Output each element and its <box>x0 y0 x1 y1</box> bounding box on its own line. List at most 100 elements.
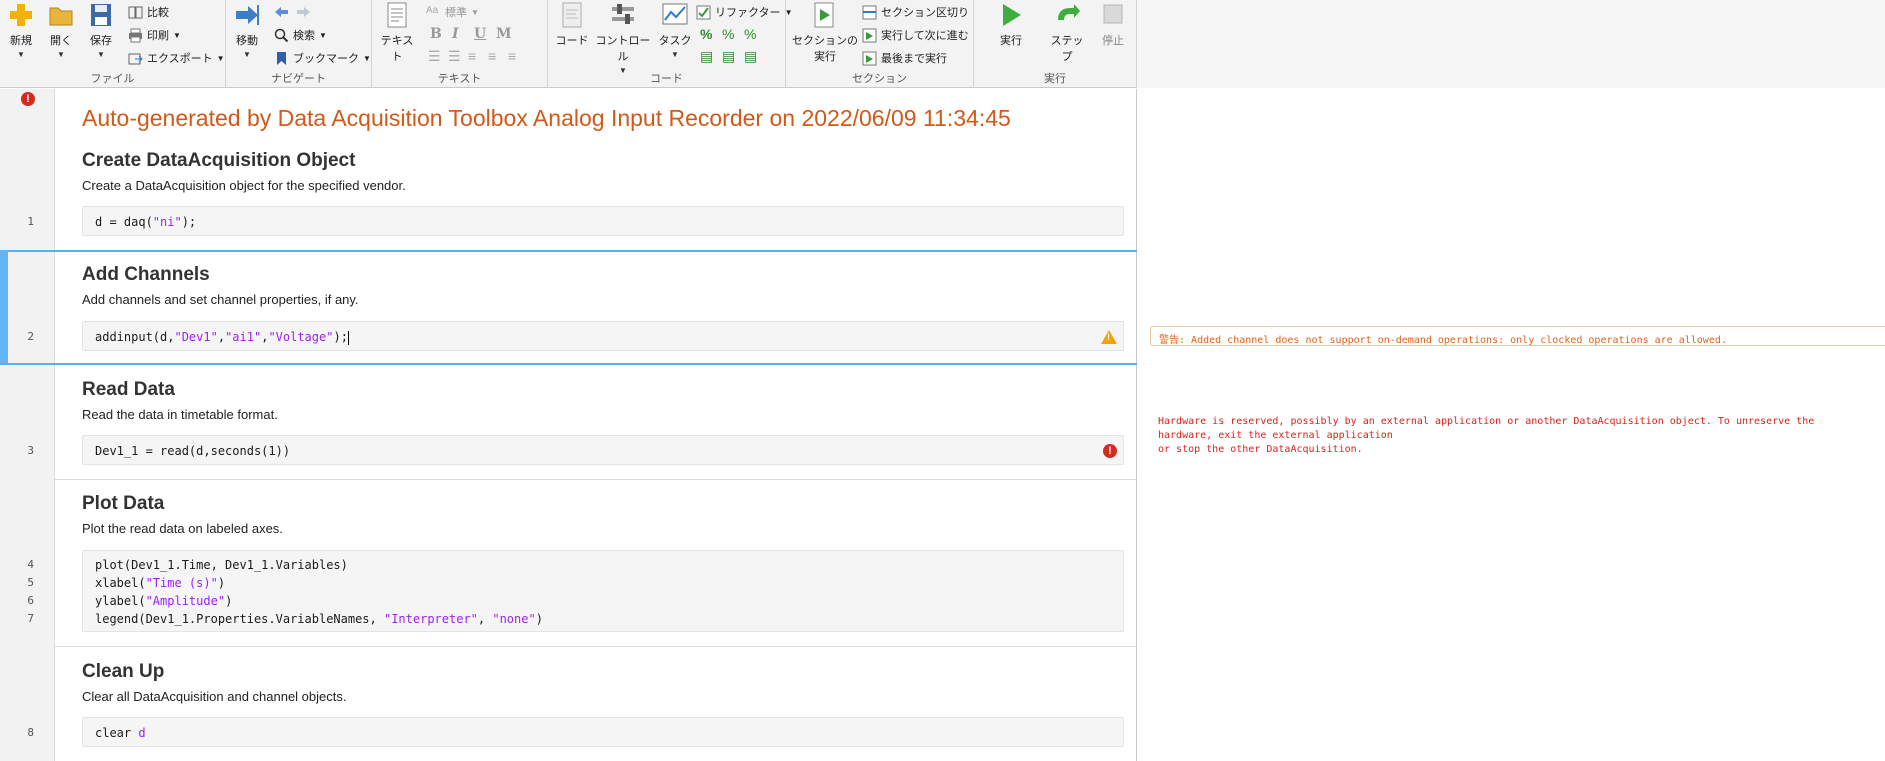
code-block[interactable]: d = daq("ni"); <box>82 206 1124 236</box>
error-icon[interactable]: ! <box>1103 444 1117 458</box>
printer-icon <box>128 28 143 43</box>
find-button[interactable]: 検索 ▼ <box>274 25 327 45</box>
task-button[interactable]: タスク ▼ <box>656 2 694 59</box>
output-pane[interactable]: 警告: Added channel does not support on-de… <box>1138 89 1885 761</box>
run-section-icon <box>811 2 839 28</box>
run-group: 実行 ステップ 停止 実行 <box>974 0 1137 88</box>
insert-code-button[interactable]: コード <box>552 2 592 48</box>
chevron-down-icon: ▼ <box>97 50 105 59</box>
code-line[interactable]: ylabel("Amplitude") <box>95 594 232 608</box>
open-button[interactable]: 開く ▼ <box>42 2 80 59</box>
file-group: 新規 ▼ 開く ▼ 保存 ▼ 比較 印刷 ▼ エクスポート ▼ ファイル <box>0 0 226 88</box>
run-and-advance-button[interactable]: 実行して次に進む <box>862 25 969 45</box>
align-center-icon[interactable]: ≡ <box>488 48 496 64</box>
code-block[interactable]: plot(Dev1_1.Time, Dev1_1.Variables) xlab… <box>82 550 1124 632</box>
line-number: 5 <box>27 576 34 589</box>
align-left-icon[interactable]: ≡ <box>468 48 476 64</box>
find-label: 検索 <box>293 30 315 42</box>
italic-button[interactable]: I <box>452 26 459 42</box>
back-button[interactable] <box>274 2 293 22</box>
file-group-label: ファイル <box>90 73 135 85</box>
line-number: 7 <box>27 612 34 625</box>
bookmark-button[interactable]: ブックマーク ▼ <box>274 48 371 68</box>
code-line[interactable]: d = daq("ni"); <box>95 215 196 229</box>
comment-percent-icon[interactable]: % <box>700 26 712 42</box>
play-icon <box>997 2 1025 28</box>
export-button[interactable]: エクスポート ▼ <box>128 48 225 68</box>
chevron-down-icon: ▼ <box>671 50 679 59</box>
code-line[interactable]: Dev1_1 = read(d,seconds(1)) <box>95 444 290 458</box>
error-line: or stop the other DataAcquisition. <box>1158 444 1363 455</box>
error-message[interactable]: Hardware is reserved, possibly by an ext… <box>1158 415 1814 457</box>
code-line[interactable]: xlabel("Time (s)") <box>95 576 225 590</box>
error-line: Hardware is reserved, possibly by an ext… <box>1158 416 1815 427</box>
underline-button[interactable]: U <box>474 26 486 42</box>
wrap-comments-icon[interactable]: % <box>744 26 756 42</box>
new-button[interactable]: 新規 ▼ <box>2 2 40 59</box>
chevron-down-icon: ▼ <box>216 53 225 63</box>
text-document-icon <box>383 2 411 28</box>
section-description: Create a DataAcquisition object for the … <box>82 178 406 193</box>
stop-button[interactable]: 停止 <box>1094 2 1132 48</box>
run-button[interactable]: 実行 <box>992 2 1030 48</box>
text-style-select[interactable]: Aa 標準 ▼ <box>426 2 479 22</box>
text-group: テキスト Aa 標準 ▼ B I U M ☰ ☰ ≡ ≡ ≡ テキスト <box>372 0 548 88</box>
warning-icon[interactable]: ! <box>1101 330 1117 344</box>
forward-arrow-icon <box>296 5 311 20</box>
align-right-icon[interactable]: ≡ <box>508 48 516 64</box>
monospace-button[interactable]: M <box>496 26 512 42</box>
compare-button[interactable]: 比較 <box>128 2 169 22</box>
line-number-gutter: ! 1 2 3 4 5 6 7 8 <box>0 89 55 761</box>
goto-button[interactable]: 移動 ▼ <box>228 2 266 59</box>
text-style-icon: Aa <box>426 4 439 16</box>
save-button[interactable]: 保存 ▼ <box>82 2 120 59</box>
print-button[interactable]: 印刷 ▼ <box>128 25 181 45</box>
code-line[interactable]: addinput(d,"Dev1","ai1","Voltage"); <box>95 330 349 345</box>
smart-indent-icon[interactable]: ▤ <box>700 48 713 65</box>
section-break-button[interactable]: セクション区切り <box>862 2 969 22</box>
run-section-button[interactable]: セクションの 実行 <box>792 2 858 64</box>
numbered-list-icon[interactable]: ☰ <box>448 48 461 65</box>
section-heading: Read Data <box>82 379 175 400</box>
text-style-label: 標準 <box>445 7 467 19</box>
compare-label: 比較 <box>147 7 169 19</box>
line-number: 6 <box>27 594 34 607</box>
code-line[interactable]: plot(Dev1_1.Time, Dev1_1.Variables) <box>95 558 348 572</box>
warning-message[interactable]: 警告: Added channel does not support on-de… <box>1150 326 1885 346</box>
control-button[interactable]: コントロール ▼ <box>592 2 654 75</box>
forward-button[interactable] <box>296 2 315 22</box>
bold-button[interactable]: B <box>430 26 442 42</box>
toolstrip-empty-area <box>1137 0 1885 88</box>
bullet-list-icon[interactable]: ☰ <box>428 48 441 65</box>
section-divider <box>55 479 1137 480</box>
run-to-end-button[interactable]: 最後まで実行 <box>862 48 947 68</box>
code-line[interactable]: clear d <box>95 726 146 740</box>
code-line[interactable]: legend(Dev1_1.Properties.VariableNames, … <box>95 612 543 626</box>
folder-icon <box>47 2 75 28</box>
uncomment-icon[interactable]: % <box>722 26 734 42</box>
stop-label: 停止 <box>1102 35 1124 47</box>
step-label: ステップ <box>1050 35 1084 63</box>
increase-indent-icon[interactable]: ▤ <box>722 48 735 65</box>
line-number: 1 <box>27 215 34 228</box>
code-group: コード コントロール ▼ タスク ▼ リファクター ▼ % % % ▤ ▤ ▤ … <box>548 0 792 88</box>
section-heading: Create DataAcquisition Object <box>82 150 356 171</box>
section-divider <box>55 646 1137 647</box>
refactor-button[interactable]: リファクター ▼ <box>696 2 792 22</box>
active-section-indicator <box>0 250 8 364</box>
step-button[interactable]: ステップ <box>1046 2 1088 64</box>
code-block[interactable]: Dev1_1 = read(d,seconds(1)) ! <box>82 435 1124 465</box>
insert-text-label: テキスト <box>380 35 414 63</box>
code-block[interactable]: addinput(d,"Dev1","ai1","Voltage"); ! <box>82 321 1124 351</box>
live-editor[interactable]: ! 1 2 3 4 5 6 7 8 Auto-generated by Data… <box>0 89 1137 761</box>
run-label: 実行 <box>1000 35 1022 47</box>
error-line: hardware, exit the external application <box>1158 430 1393 441</box>
run-section-label-line2: 実行 <box>814 51 836 63</box>
error-indicator-icon[interactable]: ! <box>21 92 35 106</box>
code-block[interactable]: clear d <box>82 717 1124 747</box>
active-section-bottom-border <box>0 363 1137 365</box>
decrease-indent-icon[interactable]: ▤ <box>744 48 757 65</box>
bookmark-icon <box>274 51 289 66</box>
section-description: Clear all DataAcquisition and channel ob… <box>82 689 347 704</box>
insert-text-button[interactable]: テキスト <box>376 2 418 64</box>
